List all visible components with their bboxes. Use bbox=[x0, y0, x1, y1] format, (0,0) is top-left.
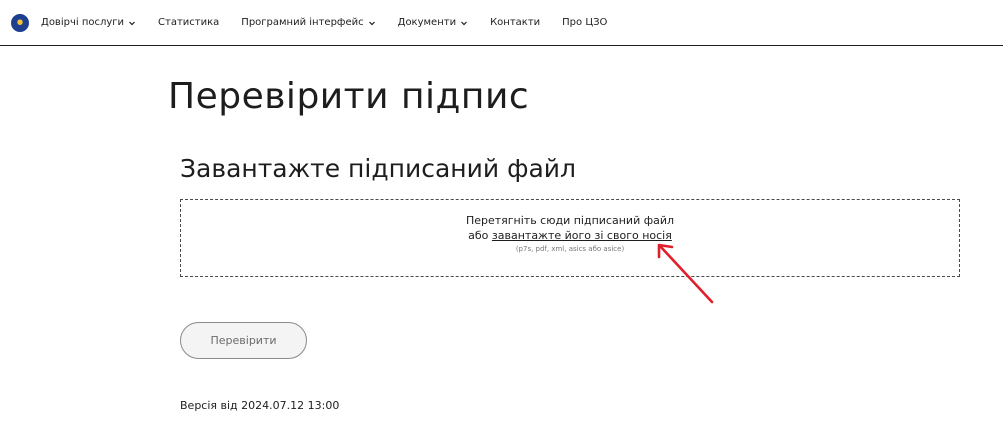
check-signature-button[interactable]: Перевірити bbox=[180, 322, 307, 359]
page-title: Перевірити підпис bbox=[168, 76, 530, 117]
red-arrow-icon bbox=[657, 243, 714, 304]
coat-of-arms-icon[interactable] bbox=[11, 13, 29, 32]
upload-section-title: Завантажте підписаний файл bbox=[180, 154, 576, 183]
nav-item-about[interactable]: Про ЦЗО bbox=[562, 17, 607, 28]
chevron-down-icon bbox=[128, 19, 136, 27]
chevron-down-icon bbox=[368, 19, 376, 27]
dropzone-upload-line: або завантажте його зі свого носія bbox=[181, 229, 959, 242]
nav-item-api[interactable]: Програмний інтерфейс bbox=[241, 17, 375, 28]
chevron-down-icon bbox=[460, 19, 468, 27]
nav-item-documents[interactable]: Документи bbox=[398, 17, 468, 28]
file-dropzone[interactable]: Перетягніть сюди підписаний файл або зав… bbox=[180, 199, 960, 277]
top-navigation-bar: Довірчі послуги Статистика Програмний ін… bbox=[0, 0, 1003, 46]
dropzone-instruction: Перетягніть сюди підписаний файл bbox=[465, 214, 675, 227]
dropzone-or-text: або bbox=[468, 229, 492, 242]
accepted-formats-hint: (p7s, pdf, xml, asics або asice) bbox=[515, 245, 625, 253]
nav-item-contacts[interactable]: Контакти bbox=[490, 17, 540, 28]
nav-item-statistics[interactable]: Статистика bbox=[158, 17, 219, 28]
nav-item-label: Документи bbox=[397, 17, 457, 28]
version-label: Версія від 2024.07.12 13:00 bbox=[180, 399, 340, 412]
nav-item-trust-services[interactable]: Довірчі послуги bbox=[41, 17, 136, 28]
nav-item-label: Контакти bbox=[490, 17, 541, 28]
upload-from-device-link[interactable]: завантажте його зі свого носія bbox=[492, 229, 672, 242]
nav-item-label: Програмний інтерфейс bbox=[241, 17, 364, 28]
main-nav: Довірчі послуги Статистика Програмний ін… bbox=[41, 17, 629, 28]
nav-item-label: Довірчі послуги bbox=[41, 17, 125, 28]
nav-item-label: Статистика bbox=[158, 17, 220, 28]
nav-item-label: Про ЦЗО bbox=[562, 17, 608, 28]
